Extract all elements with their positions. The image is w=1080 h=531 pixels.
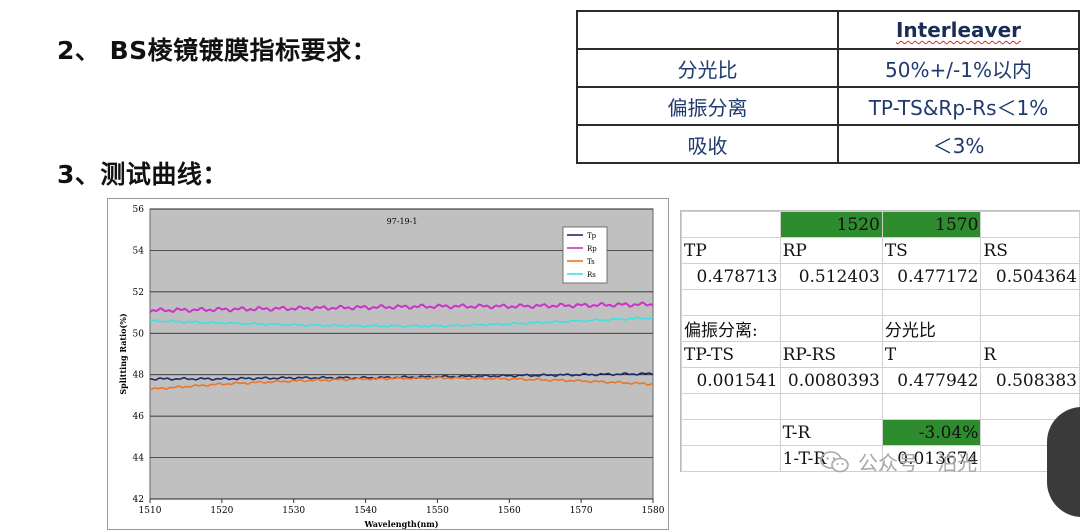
x-tick-label: 1570 xyxy=(570,506,593,516)
sheet-cell xyxy=(980,211,1080,238)
sheet-cell: TP-TS xyxy=(681,341,781,368)
requirement-label: 吸收 xyxy=(576,124,839,164)
requirements-header-interleaver: Interleaver xyxy=(837,10,1080,50)
y-tick-label: 56 xyxy=(133,205,145,215)
requirements-header-blank xyxy=(576,10,839,50)
legend-label: Tp xyxy=(587,232,597,240)
sheet-cell: 0.504364 xyxy=(980,263,1080,290)
x-tick-label: 1560 xyxy=(498,506,521,516)
sheet-row: TP-TS RP-RS T R xyxy=(681,341,1080,368)
sheet-cell: T xyxy=(881,341,982,368)
y-tick-label: 50 xyxy=(133,329,145,339)
sheet-cell: 0.001541 xyxy=(681,367,781,394)
requirements-row: 分光比 50%+/-1%以内 xyxy=(576,48,1080,88)
sheet-cell: 偏振分离: xyxy=(681,315,781,342)
sheet-cell: 0.0080393 xyxy=(779,367,883,394)
requirements-header-row: Interleaver xyxy=(576,10,1080,50)
x-tick-label: 1530 xyxy=(282,506,305,516)
x-tick-label: 1550 xyxy=(426,506,449,516)
section-heading-test-curve: 3、测试曲线： xyxy=(57,160,228,189)
sheet-cell: RS xyxy=(980,237,1080,264)
sheet-cell xyxy=(681,419,781,446)
requirement-value: 50%+/-1%以内 xyxy=(837,48,1080,88)
sheet-cell xyxy=(980,289,1080,316)
y-tick-label: 48 xyxy=(133,371,145,381)
requirement-label: 偏振分离 xyxy=(576,86,839,126)
sheet-cell xyxy=(681,289,781,316)
sheet-cell: TP xyxy=(681,237,781,264)
side-overlay-button[interactable] xyxy=(1047,407,1080,517)
sheet-cell xyxy=(779,289,883,316)
sheet-cell xyxy=(881,393,982,420)
header-label: Interleaver xyxy=(895,18,1022,42)
sheet-cell: 0.478713 xyxy=(681,263,781,290)
y-tick-label: 54 xyxy=(133,246,145,256)
y-axis-label: Splitting Ratio(%) xyxy=(118,313,128,395)
sheet-cell: RP-RS xyxy=(779,341,883,368)
x-axis-label: Wavelength(nm) xyxy=(363,519,438,529)
sheet-cell xyxy=(779,315,883,342)
splitting-ratio-chart: 42 44 46 48 50 52 54 56 1510 1520 1530 1540 1550 1560… xyxy=(107,198,669,530)
legend-label: Rp xyxy=(587,245,597,253)
sheet-cell xyxy=(779,393,883,420)
y-tick-label: 42 xyxy=(133,495,144,505)
sheet-cell xyxy=(881,289,982,316)
requirement-label: 分光比 xyxy=(576,48,839,88)
y-tick-label: 44 xyxy=(133,454,145,464)
requirement-value: ＜3% xyxy=(837,124,1080,164)
section-heading-coating-spec: 2、 BS棱镜镀膜指标要求： xyxy=(57,36,378,65)
sheet-cell: 分光比 xyxy=(881,315,982,342)
sheet-row: T-R -3.04% xyxy=(681,419,1080,446)
sheet-cell: R xyxy=(980,341,1080,368)
legend-label: Rs xyxy=(587,271,596,279)
x-tick-label: 1580 xyxy=(642,506,665,516)
sheet-cell: RP xyxy=(779,237,883,264)
sheet-row: 0.478713 0.512403 0.477172 0.504364 xyxy=(681,263,1080,290)
y-tick-label: 52 xyxy=(133,288,144,298)
legend-label: Ts xyxy=(587,258,595,266)
sheet-cell: T-R xyxy=(779,419,883,446)
sheet-cell: -3.04% xyxy=(881,419,982,446)
x-tick-label: 1540 xyxy=(354,506,377,516)
watermark-text: 公众号 · 泊光 xyxy=(858,451,978,475)
sheet-cell: TS xyxy=(881,237,982,264)
sheet-cell xyxy=(681,393,781,420)
y-tick-label: 46 xyxy=(133,412,145,422)
sheet-cell xyxy=(681,211,781,238)
sheet-row: 偏振分离: 分光比 xyxy=(681,315,1080,342)
requirement-value: TP-TS&Rp-Rs＜1% xyxy=(837,86,1080,126)
chart-title: 97-19-1 xyxy=(387,217,418,226)
sheet-cell: 0.508383 xyxy=(980,367,1080,394)
sheet-row xyxy=(681,393,1080,420)
requirements-table: Interleaver 分光比 50%+/-1%以内 偏振分离 TP-TS&Rp… xyxy=(576,10,1080,164)
sheet-cell: 1570 xyxy=(881,211,982,238)
results-sheet: 1520 1570 TP RP TS RS 0.478713 0.512403 0.477172… xyxy=(681,211,1080,472)
sheet-cell: 0.477942 xyxy=(881,367,982,394)
sheet-row: TP RP TS RS xyxy=(681,237,1080,264)
sheet-cell: 0.512403 xyxy=(779,263,883,290)
requirements-row: 偏振分离 TP-TS&Rp-Rs＜1% xyxy=(576,86,1080,126)
sheet-cell xyxy=(681,445,781,472)
x-tick-label: 1520 xyxy=(210,506,233,516)
requirements-row: 吸收 ＜3% xyxy=(576,124,1080,164)
sheet-row: 0.001541 0.0080393 0.477942 0.508383 xyxy=(681,367,1080,394)
sheet-row: 1520 1570 xyxy=(681,211,1080,238)
sheet-cell: 0.477172 xyxy=(881,263,982,290)
sheet-cell: 1520 xyxy=(779,211,883,238)
sheet-cell xyxy=(980,315,1080,342)
chart-canvas: 42 44 46 48 50 52 54 56 1510 1520 1530 1540 1550 1560… xyxy=(118,205,665,529)
watermark: 公众号 · 泊光 xyxy=(820,447,977,476)
sheet-row xyxy=(681,289,1080,316)
wechat-icon xyxy=(820,450,849,472)
x-tick-label: 1510 xyxy=(139,506,162,516)
